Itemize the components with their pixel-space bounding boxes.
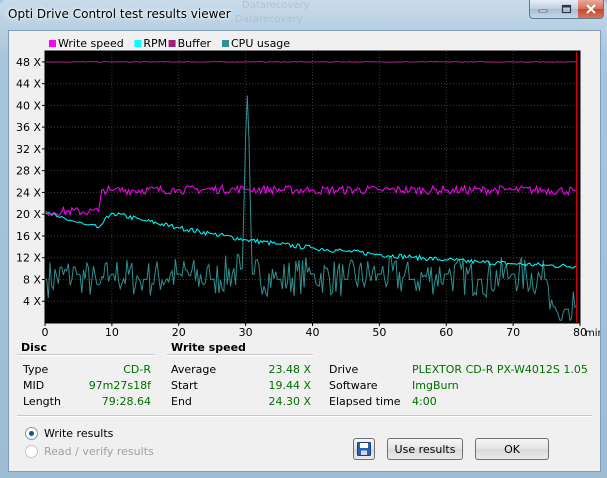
software-label: Software (329, 379, 378, 392)
legend-swatch (49, 40, 56, 47)
legend-label: RPM (143, 37, 167, 50)
minimize-icon (538, 9, 547, 13)
write-speed-section-title: Write speed (171, 341, 246, 354)
drive-value: PLEXTOR CD-R PX-W4012S 1.05 (412, 363, 588, 376)
read-verify-results-radio[interactable]: Read / verify results (25, 445, 154, 458)
minimize-button[interactable] (529, 0, 556, 19)
legend-swatch (168, 40, 176, 47)
save-button[interactable] (353, 438, 375, 460)
start-speed-value: 19.44 X (268, 379, 311, 392)
disc-mid-label: MID (23, 379, 45, 392)
y-tick-label: 20 X (16, 208, 41, 221)
disc-section-title: Disc (21, 341, 47, 354)
close-icon (585, 4, 596, 14)
software-value: ImgBurn (412, 379, 459, 392)
radio-unselected-icon (25, 445, 38, 458)
write-results-label: Write results (44, 427, 114, 440)
legend-label: Write speed (58, 37, 124, 50)
legend-swatch (222, 40, 229, 47)
app-window: Opti Drive Control test results viewer D… (0, 0, 607, 478)
y-tick-label: 24 X (16, 186, 41, 199)
x-tick-label: 60 (439, 326, 453, 339)
legend-swatch (134, 40, 142, 47)
dialog-body: Write speed RPM Buffer CPU usage 0 10 20 30 40 5… (8, 30, 601, 472)
maximize-button[interactable] (554, 0, 579, 19)
elapsed-time-label: Elapsed time (329, 395, 401, 408)
close-button[interactable] (578, 0, 604, 19)
elapsed-time-value: 4:00 (412, 395, 437, 408)
average-speed-label: Average (171, 363, 217, 376)
y-tick-label: 40 X (16, 99, 41, 112)
separator (167, 354, 313, 356)
disc-type-value: CD-R (123, 363, 151, 376)
x-tick-label: 70 (506, 326, 520, 339)
separator (17, 415, 592, 417)
read-verify-results-label: Read / verify results (44, 445, 154, 458)
y-tick-label: 44 X (16, 78, 41, 91)
floppy-disk-icon (357, 442, 371, 456)
title-bar[interactable]: Opti Drive Control test results viewer D… (0, 0, 607, 28)
legend-label: CPU usage (231, 37, 290, 50)
end-speed-value: 24.30 X (268, 395, 311, 408)
x-unit-label: min (585, 328, 600, 339)
background-window-title-2: Datarecovery (235, 14, 303, 25)
use-results-button[interactable]: Use results (387, 438, 463, 460)
disc-type-label: Type (23, 363, 49, 376)
disc-length-label: Length (23, 395, 61, 408)
x-tick-label: 20 (172, 326, 186, 339)
end-speed-label: End (171, 395, 192, 408)
write-results-radio[interactable]: Write results (25, 427, 113, 440)
radio-selected-icon (25, 427, 38, 440)
disc-length-value: 79:28.64 (101, 395, 151, 408)
x-tick-label: 40 (306, 326, 320, 339)
drive-label: Drive (329, 363, 359, 376)
start-speed-label: Start (171, 379, 198, 392)
separator (17, 354, 155, 356)
x-tick-label: 50 (372, 326, 386, 339)
y-tick-label: 8 X (23, 273, 41, 286)
disc-mid-value: 97m27s18f (88, 379, 151, 392)
y-tick-label: 32 X (16, 143, 41, 156)
x-tick-label: 10 (105, 326, 119, 339)
maximize-icon (561, 4, 571, 14)
legend-label: Buffer (178, 37, 212, 50)
y-tick-label: 48 X (16, 56, 41, 69)
x-tick-label: 30 (239, 326, 253, 339)
y-tick-label: 16 X (16, 230, 41, 243)
y-tick-label: 28 X (16, 165, 41, 178)
y-tick-label: 12 X (16, 252, 41, 265)
speed-chart: Write speed RPM Buffer CPU usage 0 10 20 30 40 5… (9, 31, 600, 341)
y-tick-label: 4 X (23, 295, 41, 308)
x-tick-label: 0 (42, 326, 49, 339)
window-title: Opti Drive Control test results viewer (8, 7, 231, 21)
average-speed-value: 23.48 X (268, 363, 311, 376)
y-tick-label: 36 X (16, 121, 41, 134)
background-window-title: Datarecovery (242, 0, 310, 11)
ok-button[interactable]: OK (475, 438, 549, 460)
